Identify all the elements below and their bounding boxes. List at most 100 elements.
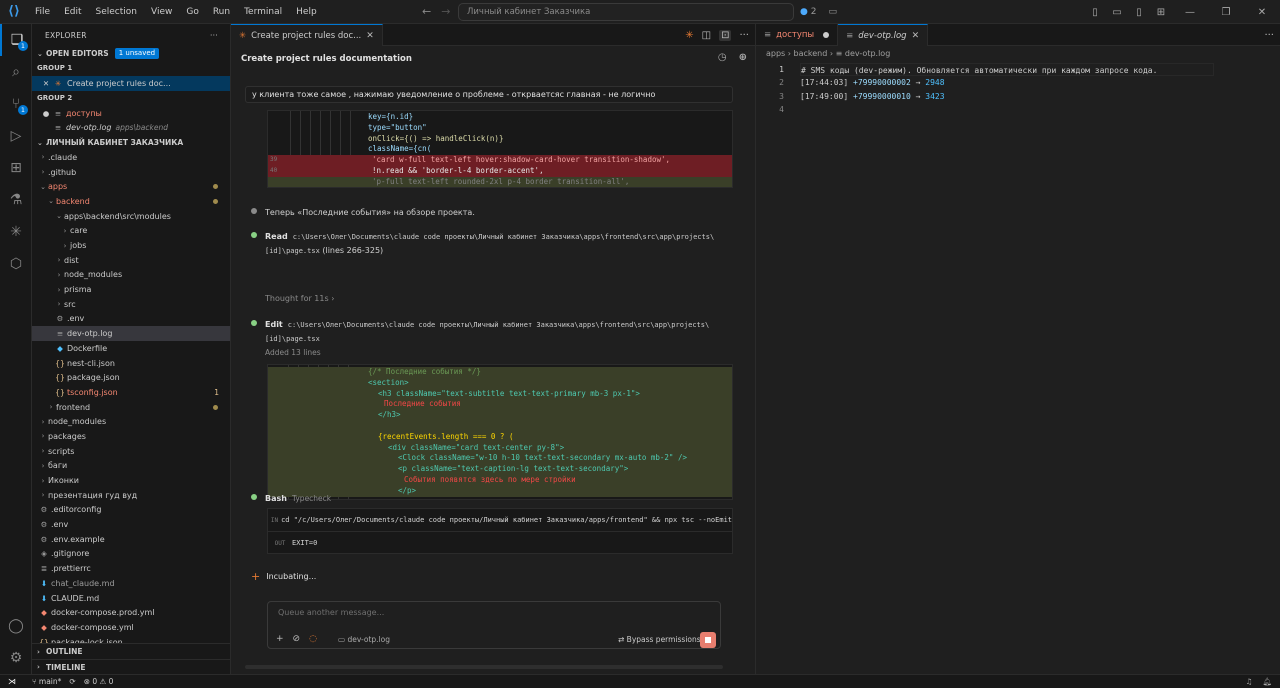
tree-item[interactable]: ⬇ CLAUDE.md [32, 591, 230, 606]
more-actions-icon[interactable]: ··· [210, 31, 218, 40]
tree-item[interactable]: ⚙ .env [32, 312, 230, 327]
forward-arrow-icon[interactable]: → [441, 4, 450, 20]
tree-item[interactable]: ◆ docker-compose.yml [32, 620, 230, 635]
tree-item[interactable]: ⌄ apps [32, 179, 230, 194]
account-icon[interactable]: ◯ [0, 610, 32, 642]
tree-item[interactable]: › prisma [32, 282, 230, 297]
bypass-permissions-toggle[interactable]: ⇄ Bypass permissions [618, 635, 701, 644]
command-center-search[interactable]: Личный кабинет Заказчика [458, 3, 794, 21]
tree-item[interactable]: › care [32, 224, 230, 239]
tree-item[interactable]: ◈ .gitignore [32, 547, 230, 562]
tree-item[interactable]: › frontend [32, 400, 230, 415]
thought-toggle[interactable]: Thought for 11s › [265, 294, 334, 303]
tree-item[interactable]: ⚙ .editorconfig [32, 503, 230, 518]
split-editor-icon[interactable]: ◫ [702, 30, 711, 41]
open-editor-item[interactable]: ● ≡ доступы [32, 106, 230, 121]
message-input[interactable]: Queue another message... [278, 608, 384, 617]
claude-icon[interactable]: ✳ [0, 216, 32, 248]
close-icon[interactable]: ✕ [912, 31, 920, 41]
outline-section[interactable]: › OUTLINE [32, 644, 230, 659]
restore-button[interactable]: ❐ [1208, 7, 1244, 18]
menu-edit[interactable]: Edit [57, 0, 88, 24]
open-editors-section[interactable]: ⌄ OPEN EDITORS 1 unsaved [32, 46, 230, 61]
horizontal-scrollbar[interactable] [245, 665, 723, 669]
tree-item[interactable]: ⬇ chat_claude.md [32, 576, 230, 591]
tree-item[interactable]: {} nest-cli.json [32, 356, 230, 371]
containers-icon[interactable]: ⬡ [0, 248, 32, 280]
editor-tab-dev-otp[interactable]: ≡ dev-otp.log ✕ [838, 24, 929, 46]
breadcrumb-item[interactable]: dev-otp.log [845, 49, 890, 58]
lock-icon[interactable]: ⊡ [719, 29, 732, 41]
agent-counter[interactable]: ● 2 [800, 4, 816, 20]
menu-run[interactable]: Run [206, 0, 237, 24]
extensions-icon[interactable]: ⊞ [0, 152, 32, 184]
tree-item[interactable]: ⚙ .env.example [32, 532, 230, 547]
close-icon[interactable]: ✕ [40, 79, 52, 88]
tree-item[interactable]: › packages [32, 429, 230, 444]
edit-path[interactable]: c:\Users\Олег\Documents\claude code прое… [265, 321, 709, 343]
chat-icon[interactable]: ▭ [828, 4, 837, 20]
tree-item[interactable]: ⌄ apps\backend\src\modules [32, 209, 230, 224]
tree-item[interactable]: › dist [32, 253, 230, 268]
notifications-bell-icon[interactable]: ♫ [1246, 677, 1253, 686]
menu-file[interactable]: File [28, 0, 57, 24]
tree-item[interactable]: › .github [32, 165, 230, 180]
minimize-button[interactable]: — [1172, 7, 1208, 18]
claude-icon[interactable]: ✳ [685, 30, 693, 41]
tree-item[interactable]: ◆ docker-compose.prod.yml [32, 605, 230, 620]
menu-help[interactable]: Help [289, 0, 324, 24]
add-icon[interactable]: + [276, 634, 284, 644]
breadcrumb-item[interactable]: backend [794, 49, 828, 58]
bash-command[interactable]: cd "/c/Users/Олег/Documents/claude code … [281, 516, 732, 524]
problems-indicator[interactable]: ⊗ 0 ⚠ 0 [84, 677, 114, 686]
toggle-panel-icon[interactable]: ▭ [1106, 7, 1128, 18]
timeline-section[interactable]: › TIMELINE [32, 659, 230, 674]
branch-indicator[interactable]: ⑂ main* [32, 677, 61, 686]
menu-selection[interactable]: Selection [89, 0, 144, 24]
tree-item[interactable]: ≣ .prettierrc [32, 561, 230, 576]
history-icon[interactable]: ◷ [718, 52, 727, 63]
tree-item[interactable]: ⚙ .env [32, 517, 230, 532]
new-chat-icon[interactable]: ⊕ [739, 52, 747, 63]
more-actions-icon[interactable]: ··· [739, 30, 749, 41]
source-control-icon[interactable]: ⑂ 1 [0, 88, 32, 120]
tree-item[interactable]: › презентация гуд вуд [32, 488, 230, 503]
menu-terminal[interactable]: Terminal [237, 0, 289, 24]
tree-item[interactable]: › node_modules [32, 268, 230, 283]
testing-icon[interactable]: ⚗ [0, 184, 32, 216]
tree-item[interactable]: › src [32, 297, 230, 312]
tree-item[interactable]: › баги [32, 459, 230, 474]
tree-item[interactable]: {} package.json [32, 370, 230, 385]
editor-tab-dostupy[interactable]: ≡ доступы [756, 24, 839, 46]
sync-icon[interactable]: ⟳ [69, 677, 75, 686]
toggle-sidebar-icon[interactable]: ▯ [1084, 7, 1106, 18]
tree-item[interactable]: ◆ Dockerfile [32, 341, 230, 356]
attached-file-chip[interactable]: ▭ dev-otp.log [338, 635, 390, 644]
tree-item[interactable]: ≡ dev-otp.log [32, 326, 230, 341]
open-editor-item[interactable]: ✕ ✳ Create project rules doc... [32, 76, 230, 91]
explorer-icon[interactable]: ❏ 1 [0, 24, 32, 56]
tree-item[interactable]: › jobs [32, 238, 230, 253]
tree-item[interactable]: › .claude [32, 150, 230, 165]
tree-item[interactable]: ⌄ backend [32, 194, 230, 209]
search-icon[interactable]: ⌕ [0, 56, 32, 88]
close-window-button[interactable]: ✕ [1244, 7, 1280, 18]
code-editor[interactable]: 1 # SMS коды (dev-режим). Обновляется ав… [756, 63, 1280, 116]
toggle-secondary-sidebar-icon[interactable]: ▯ [1128, 7, 1150, 18]
close-icon[interactable]: ✕ [366, 31, 374, 41]
menu-go[interactable]: Go [179, 0, 205, 24]
user-message[interactable]: у клиента тоже самое , нажимаю уведомлен… [245, 86, 733, 103]
tree-item[interactable]: › Иконки [32, 473, 230, 488]
customize-layout-icon[interactable]: ⊞ [1150, 7, 1172, 18]
workspace-section[interactable]: ⌄ ЛИЧНЫЙ КАБИНЕТ ЗАКАЗЧИКА [32, 135, 230, 150]
chat-tab[interactable]: ✳ Create project rules doc... ✕ [231, 24, 383, 46]
slash-command-icon[interactable]: ⊘ [293, 634, 301, 644]
settings-gear-icon[interactable]: ⚙ [0, 642, 32, 674]
tree-item[interactable]: › scripts [32, 444, 230, 459]
tree-item[interactable]: › node_modules [32, 414, 230, 429]
open-editor-item[interactable]: ≡ dev-otp.log apps\backend [32, 120, 230, 135]
remote-indicator-icon[interactable]: ⋊ [0, 675, 24, 688]
breadcrumb-item[interactable]: apps [766, 49, 785, 58]
bell-icon[interactable]: 🔔︎ [1262, 677, 1272, 686]
menu-view[interactable]: View [144, 0, 179, 24]
